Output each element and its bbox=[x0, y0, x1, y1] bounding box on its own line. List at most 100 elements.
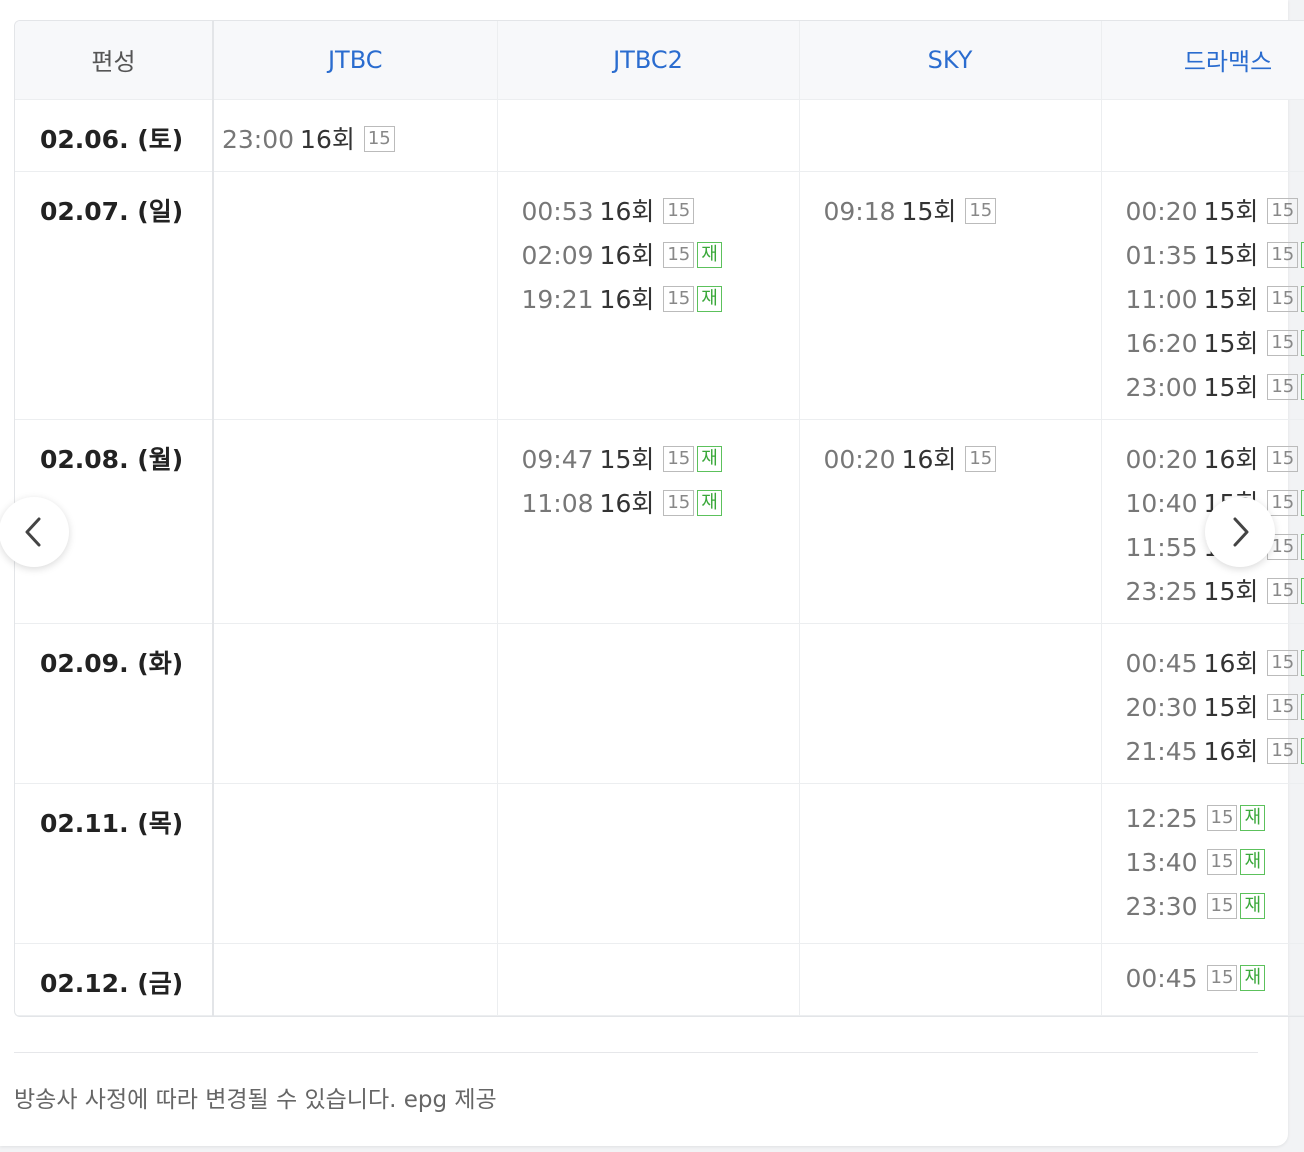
broadcast-time: 00:53 bbox=[521, 196, 594, 226]
rating-badge: 15 bbox=[1206, 892, 1238, 919]
schedule-cell bbox=[497, 623, 800, 784]
schedule-row: 02.08. (월) 09:47 15회 15 재 11:08 16회 15 재 00:20 16회… bbox=[15, 419, 1304, 624]
header-row: 편성 JTBC JTBC2 SKY 드라맥스 bbox=[15, 21, 1304, 100]
broadcast-time: 00:20 bbox=[1125, 196, 1198, 226]
channel-header-link[interactable]: 드라맥스 bbox=[1101, 21, 1304, 100]
rating-badge: 15 bbox=[1267, 329, 1299, 356]
broadcast-time: 11:08 bbox=[521, 488, 594, 518]
broadcast-entry: 12:25 15 재 bbox=[1126, 804, 1304, 848]
schedule-cell bbox=[497, 99, 800, 172]
schedule-cell: 00:2015회1501:3515회15재11:0015회15재16:2015회… bbox=[1101, 171, 1304, 420]
rating-badge: 15 bbox=[1267, 241, 1299, 268]
schedule-cell: 09:18 15회 15 bbox=[799, 171, 1102, 420]
broadcast-entry: 21:4516회15재 bbox=[1126, 732, 1304, 776]
channel-header-link[interactable]: SKY bbox=[799, 21, 1102, 100]
schedule-row: 02.06. (토) 23:00 16회 15 bbox=[15, 99, 1304, 172]
broadcast-entry: 01:3515회15재 bbox=[1126, 236, 1304, 280]
rating-badge: 15 bbox=[663, 241, 695, 268]
rating-badge: 15 bbox=[363, 125, 395, 152]
broadcast-entry: 00:53 16회 15 bbox=[522, 192, 799, 236]
schedule-cell: 00:45 15 재 bbox=[1101, 943, 1304, 1016]
broadcast-time: 23:30 bbox=[1125, 891, 1198, 921]
schedule-cell: 12:25 15 재 13:40 15 재 23:30 15 재 bbox=[1101, 783, 1304, 944]
broadcast-entry: 02:09 16회 15 재 bbox=[522, 236, 799, 280]
broadcast-time: 13:40 bbox=[1125, 847, 1198, 877]
episode-number: 15회 bbox=[1203, 240, 1259, 270]
schedule-cell bbox=[213, 419, 498, 624]
rerun-badge: 재 bbox=[697, 445, 722, 472]
broadcast-time: 11:00 bbox=[1125, 284, 1198, 314]
schedule-cell: 00:4516회15재20:3015회15재21:4516회15재 bbox=[1101, 623, 1304, 784]
rerun-badge: 재 bbox=[1240, 892, 1266, 919]
broadcast-time: 11:55 bbox=[1125, 532, 1198, 562]
schedule-body: 02.06. (토) 23:00 16회 15 02.07. (일) 00:53 16회 15… bbox=[15, 99, 1304, 1016]
broadcast-time: 02:09 bbox=[521, 240, 594, 270]
episode-number: 15회 bbox=[1203, 196, 1259, 226]
rating-badge: 15 bbox=[1267, 649, 1299, 676]
broadcast-entry: 00:20 15회 15 bbox=[1126, 192, 1304, 236]
footer-note: 방송사 사정에 따라 변경될 수 있습니다. epg 제공 bbox=[14, 1087, 497, 1113]
broadcast-time: 23:25 bbox=[1125, 576, 1198, 606]
broadcast-time: 10:40 bbox=[1125, 488, 1198, 518]
schedule-date: 02.07. (일) bbox=[15, 171, 214, 420]
chevron-left-icon bbox=[25, 517, 41, 547]
schedule-cell: 23:00 16회 15 bbox=[213, 99, 498, 172]
schedule-date: 02.12. (금) bbox=[15, 943, 214, 1016]
schedule-cell bbox=[497, 783, 800, 944]
rating-badge: 15 bbox=[1206, 964, 1238, 991]
rating-badge: 15 bbox=[1206, 804, 1238, 831]
rating-badge: 15 bbox=[663, 445, 695, 472]
footer-divider bbox=[14, 1052, 1258, 1053]
chevron-right-icon bbox=[1233, 517, 1249, 547]
schedule-cell: 09:47 15회 15 재 11:08 16회 15 재 bbox=[497, 419, 800, 624]
schedule-cell bbox=[799, 623, 1102, 784]
broadcast-entry: 23:30 15 재 bbox=[1126, 892, 1304, 936]
rating-badge: 15 bbox=[1267, 373, 1299, 400]
rating-badge: 15 bbox=[663, 197, 695, 224]
broadcast-entry: 23:0015회15재 bbox=[1126, 368, 1304, 412]
rating-badge: 15 bbox=[1267, 285, 1299, 312]
broadcast-entry: 13:40 15 재 bbox=[1126, 848, 1304, 892]
rerun-badge: 재 bbox=[1240, 848, 1266, 875]
schedule-cell bbox=[213, 171, 498, 420]
broadcast-entry: 00:20 16회 15 bbox=[1126, 440, 1304, 484]
schedule-date: 02.09. (화) bbox=[15, 623, 214, 784]
broadcast-time: 20:30 bbox=[1125, 692, 1198, 722]
rerun-badge: 재 bbox=[697, 241, 722, 268]
broadcast-entry: 20:3015회15재 bbox=[1126, 688, 1304, 732]
broadcast-time: 09:47 bbox=[521, 444, 594, 474]
rerun-badge: 재 bbox=[697, 285, 722, 312]
broadcast-time: 21:45 bbox=[1125, 736, 1198, 766]
broadcast-time: 16:20 bbox=[1125, 328, 1198, 358]
broadcast-entry: 19:21 16회 15 재 bbox=[522, 280, 799, 324]
schedule-date: 02.06. (토) bbox=[15, 99, 214, 172]
schedule-cell bbox=[1101, 99, 1304, 172]
broadcast-time: 01:35 bbox=[1125, 240, 1198, 270]
broadcast-entry: 11:0015회15재 bbox=[1126, 280, 1304, 324]
rating-badge: 15 bbox=[1267, 445, 1299, 472]
next-button[interactable] bbox=[1205, 497, 1275, 567]
rerun-badge: 재 bbox=[1240, 964, 1266, 991]
schedule-row: 02.11. (목) 12:25 15 재 13:40 15 재 23:30 15 재 bbox=[15, 783, 1304, 944]
broadcast-time: 23:00 bbox=[222, 124, 295, 154]
schedule-cell bbox=[213, 943, 498, 1016]
episode-number: 16회 bbox=[1203, 444, 1259, 474]
rating-badge: 15 bbox=[663, 285, 695, 312]
schedule-cell: 00:20 16회 15 bbox=[799, 419, 1102, 624]
schedule-cell: 00:2016회1510:4015회15재11:5516회15재23:2515회… bbox=[1101, 419, 1304, 624]
broadcast-time: 19:21 bbox=[521, 284, 594, 314]
rerun-badge: 재 bbox=[1240, 804, 1266, 831]
schedule-cell bbox=[497, 943, 800, 1016]
schedule-cell: 00:53 16회 15 02:09 16회 15 재 19:21 16회 15 재 bbox=[497, 171, 800, 420]
channel-header-link[interactable]: JTBC bbox=[213, 21, 498, 100]
episode-number: 16회 bbox=[599, 196, 655, 226]
channel-header-link[interactable]: JTBC2 bbox=[497, 21, 800, 100]
schedule-table: 편성 JTBC JTBC2 SKY 드라맥스 02.06. (토) 23:00 16회 15… bbox=[15, 21, 1304, 1016]
broadcast-entry: 00:4516회15재 bbox=[1126, 644, 1304, 688]
schedule-cell bbox=[799, 99, 1102, 172]
episode-number: 15회 bbox=[1203, 328, 1259, 358]
prev-button[interactable] bbox=[0, 497, 69, 567]
episode-number: 16회 bbox=[599, 284, 655, 314]
schedule-card: 편성 JTBC JTBC2 SKY 드라맥스 02.06. (토) 23:00 16회 15… bbox=[0, 0, 1304, 1146]
broadcast-time: 00:45 bbox=[1125, 648, 1198, 678]
